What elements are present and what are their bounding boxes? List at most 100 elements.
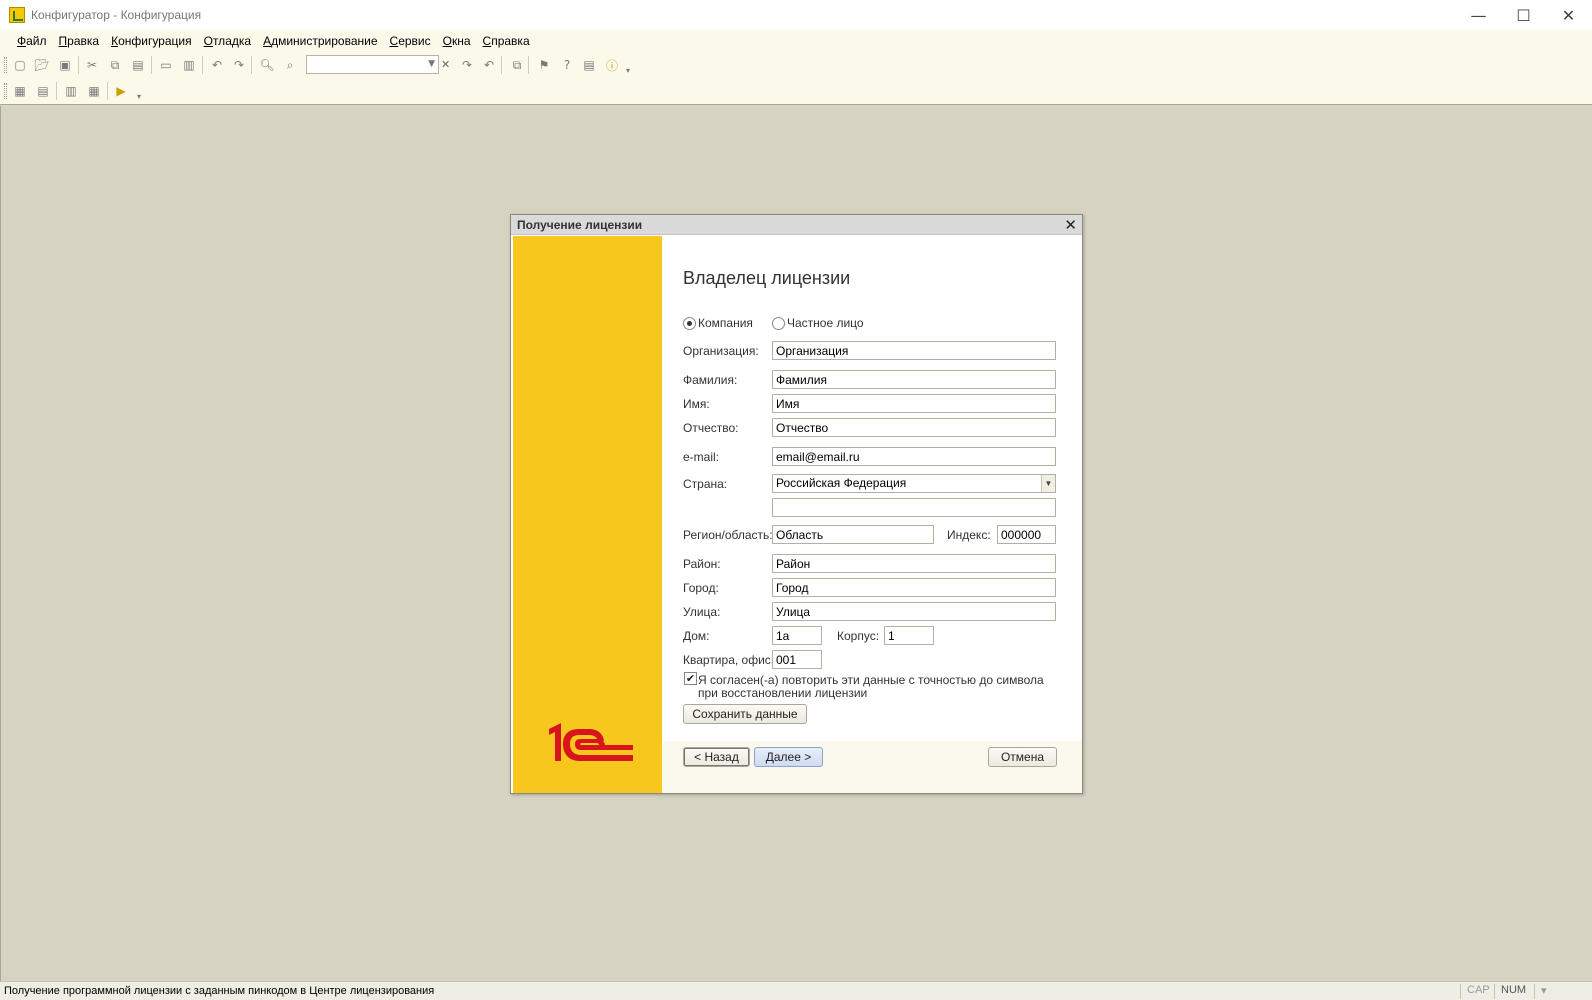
- configuration-toolbar: ▦ ▤ ▥ ▦ ▶ ▾: [0, 78, 1592, 105]
- toolbar-separator: [151, 56, 152, 74]
- last-name-field[interactable]: [772, 370, 1056, 389]
- city-label: Город:: [683, 581, 719, 595]
- close-window-button[interactable]: ✕: [1546, 0, 1591, 30]
- toolbar-grip[interactable]: [4, 57, 7, 73]
- num-lock-indicator: NUM: [1494, 984, 1534, 999]
- search-next-icon[interactable]: ↷: [459, 57, 475, 73]
- radio-private[interactable]: Частное лицо: [772, 316, 864, 330]
- cancel-button[interactable]: Отмена: [988, 747, 1057, 767]
- patronymic-field[interactable]: [772, 418, 1056, 437]
- toolbar-separator: [251, 56, 252, 74]
- next-button[interactable]: Далее >: [754, 747, 823, 767]
- agree-checkbox[interactable]: ✔: [684, 672, 697, 685]
- toolbar-separator: [107, 82, 108, 100]
- status-bar: Получение программной лицензии с заданны…: [0, 981, 1592, 1000]
- dialog-title-bar[interactable]: Получение лицензии ✕: [511, 215, 1082, 235]
- 1c-logo: 1С: [549, 723, 633, 761]
- apartment-field[interactable]: [772, 650, 822, 669]
- email-label: e-mail:: [683, 450, 720, 464]
- building-label: Корпус:: [837, 629, 880, 643]
- country-select[interactable]: Российская Федерация ▼: [772, 474, 1056, 493]
- dialog-footer: < Назад Далее > Отмена: [662, 741, 1082, 793]
- toolbar-separator: [528, 56, 529, 74]
- find-icon[interactable]: 🔍︎: [259, 57, 275, 73]
- database-icon[interactable]: ▥: [63, 83, 79, 99]
- page-heading: Владелец лицензии: [683, 268, 851, 288]
- radio-company-label: Компания: [698, 316, 753, 330]
- first-name-field[interactable]: [772, 394, 1056, 413]
- radio-company[interactable]: Компания: [683, 316, 753, 330]
- title-bar: Конфигуратор - Конфигурация — ☐ ✕: [0, 0, 1592, 30]
- chevron-down-icon[interactable]: ▼: [428, 59, 435, 69]
- syntax-helper-icon[interactable]: ⚑: [536, 57, 552, 73]
- info-icon[interactable]: ⓘ: [604, 57, 620, 73]
- index-field[interactable]: [997, 525, 1056, 544]
- copy-icon[interactable]: ⧉: [107, 57, 123, 73]
- help-search-icon[interactable]: ?: [559, 57, 575, 73]
- menu-configuration[interactable]: Конфигурация: [110, 34, 193, 48]
- print-preview-icon[interactable]: ▥: [181, 57, 197, 73]
- menu-service[interactable]: Сервис: [389, 34, 432, 48]
- print-icon[interactable]: ▭: [158, 57, 174, 73]
- chevron-down-icon[interactable]: ▼: [1041, 475, 1055, 492]
- config-tree-icon[interactable]: ▦: [12, 83, 28, 99]
- email-field[interactable]: [772, 447, 1056, 466]
- radio-dot[interactable]: [772, 316, 785, 330]
- toolbar-grip[interactable]: [4, 83, 7, 99]
- building-field[interactable]: [884, 626, 934, 645]
- region-field[interactable]: [772, 525, 934, 544]
- minimize-button[interactable]: —: [1456, 0, 1501, 30]
- agree-label-line1: Я согласен(-а) повторить эти данные с то…: [698, 673, 1044, 687]
- run-debug-icon[interactable]: ▶: [113, 83, 129, 99]
- maximize-button[interactable]: ☐: [1501, 0, 1546, 30]
- close-icon[interactable]: ✕: [1064, 216, 1077, 234]
- menu-help[interactable]: Справка: [482, 34, 531, 48]
- search-icon[interactable]: ⌕: [282, 57, 298, 73]
- radio-private-label: Частное лицо: [787, 316, 864, 330]
- district-label: Район:: [683, 557, 721, 571]
- district-field[interactable]: [772, 554, 1056, 573]
- index-label: Индекс:: [947, 528, 991, 542]
- country-value: Российская Федерация: [776, 476, 907, 490]
- config-edit-icon[interactable]: ▤: [35, 83, 51, 99]
- window-title: Конфигуратор - Конфигурация: [31, 8, 202, 22]
- apartment-label: Квартира, офис:: [683, 653, 775, 667]
- save-data-button[interactable]: Сохранить данные: [683, 704, 807, 724]
- brand-side-panel: 1С: [513, 236, 662, 793]
- new-file-icon[interactable]: ▢: [12, 57, 28, 73]
- redo-icon[interactable]: ↷: [231, 57, 247, 73]
- menu-bar: Файл Правка Конфигурация Отладка Админис…: [0, 30, 1592, 52]
- clear-search-icon[interactable]: ✕: [441, 58, 450, 71]
- toolbar-separator: [78, 56, 79, 74]
- dialog-title: Получение лицензии: [517, 218, 643, 232]
- dialog-content: Владелец лицензии Компания Частное лицо …: [662, 236, 1082, 741]
- toolbar-more-icon[interactable]: ▾: [620, 62, 636, 78]
- first-name-label: Имя:: [683, 397, 710, 411]
- save-icon[interactable]: ▣: [57, 57, 73, 73]
- house-field[interactable]: [772, 626, 822, 645]
- paste-icon[interactable]: ▤: [130, 57, 146, 73]
- menu-file[interactable]: Файл: [16, 34, 48, 48]
- back-button[interactable]: < Назад: [683, 747, 750, 767]
- cut-icon[interactable]: ✂: [84, 57, 100, 73]
- organization-field[interactable]: [772, 341, 1056, 360]
- license-dialog: Получение лицензии ✕ 1С Владелец лицензи…: [510, 214, 1083, 794]
- city-field[interactable]: [772, 578, 1056, 597]
- search-input[interactable]: ▼: [306, 55, 439, 74]
- country-extra-field[interactable]: [772, 498, 1056, 517]
- search-prev-icon[interactable]: ↶: [481, 57, 497, 73]
- menu-windows[interactable]: Окна: [442, 34, 472, 48]
- radio-dot-selected[interactable]: [683, 316, 696, 330]
- help-book-icon[interactable]: ▤: [581, 57, 597, 73]
- windows-icon[interactable]: ⧉: [509, 57, 525, 73]
- toolbar-more-icon[interactable]: ▾: [131, 88, 147, 104]
- menu-edit[interactable]: Правка: [58, 34, 101, 48]
- status-more-icon[interactable]: ▾: [1534, 984, 1564, 999]
- table-icon[interactable]: ▦: [86, 83, 102, 99]
- menu-administration[interactable]: Администрирование: [262, 34, 378, 48]
- open-file-icon[interactable]: 📂︎: [34, 57, 50, 73]
- menu-debug[interactable]: Отладка: [203, 34, 252, 48]
- main-toolbar: ▢ 📂︎ ▣ ✂ ⧉ ▤ ▭ ▥ ↶ ↷ 🔍︎ ⌕ ▼ ✕ ↷ ↶ ⧉ ⚑ ? …: [0, 52, 1592, 78]
- undo-icon[interactable]: ↶: [209, 57, 225, 73]
- street-field[interactable]: [772, 602, 1056, 621]
